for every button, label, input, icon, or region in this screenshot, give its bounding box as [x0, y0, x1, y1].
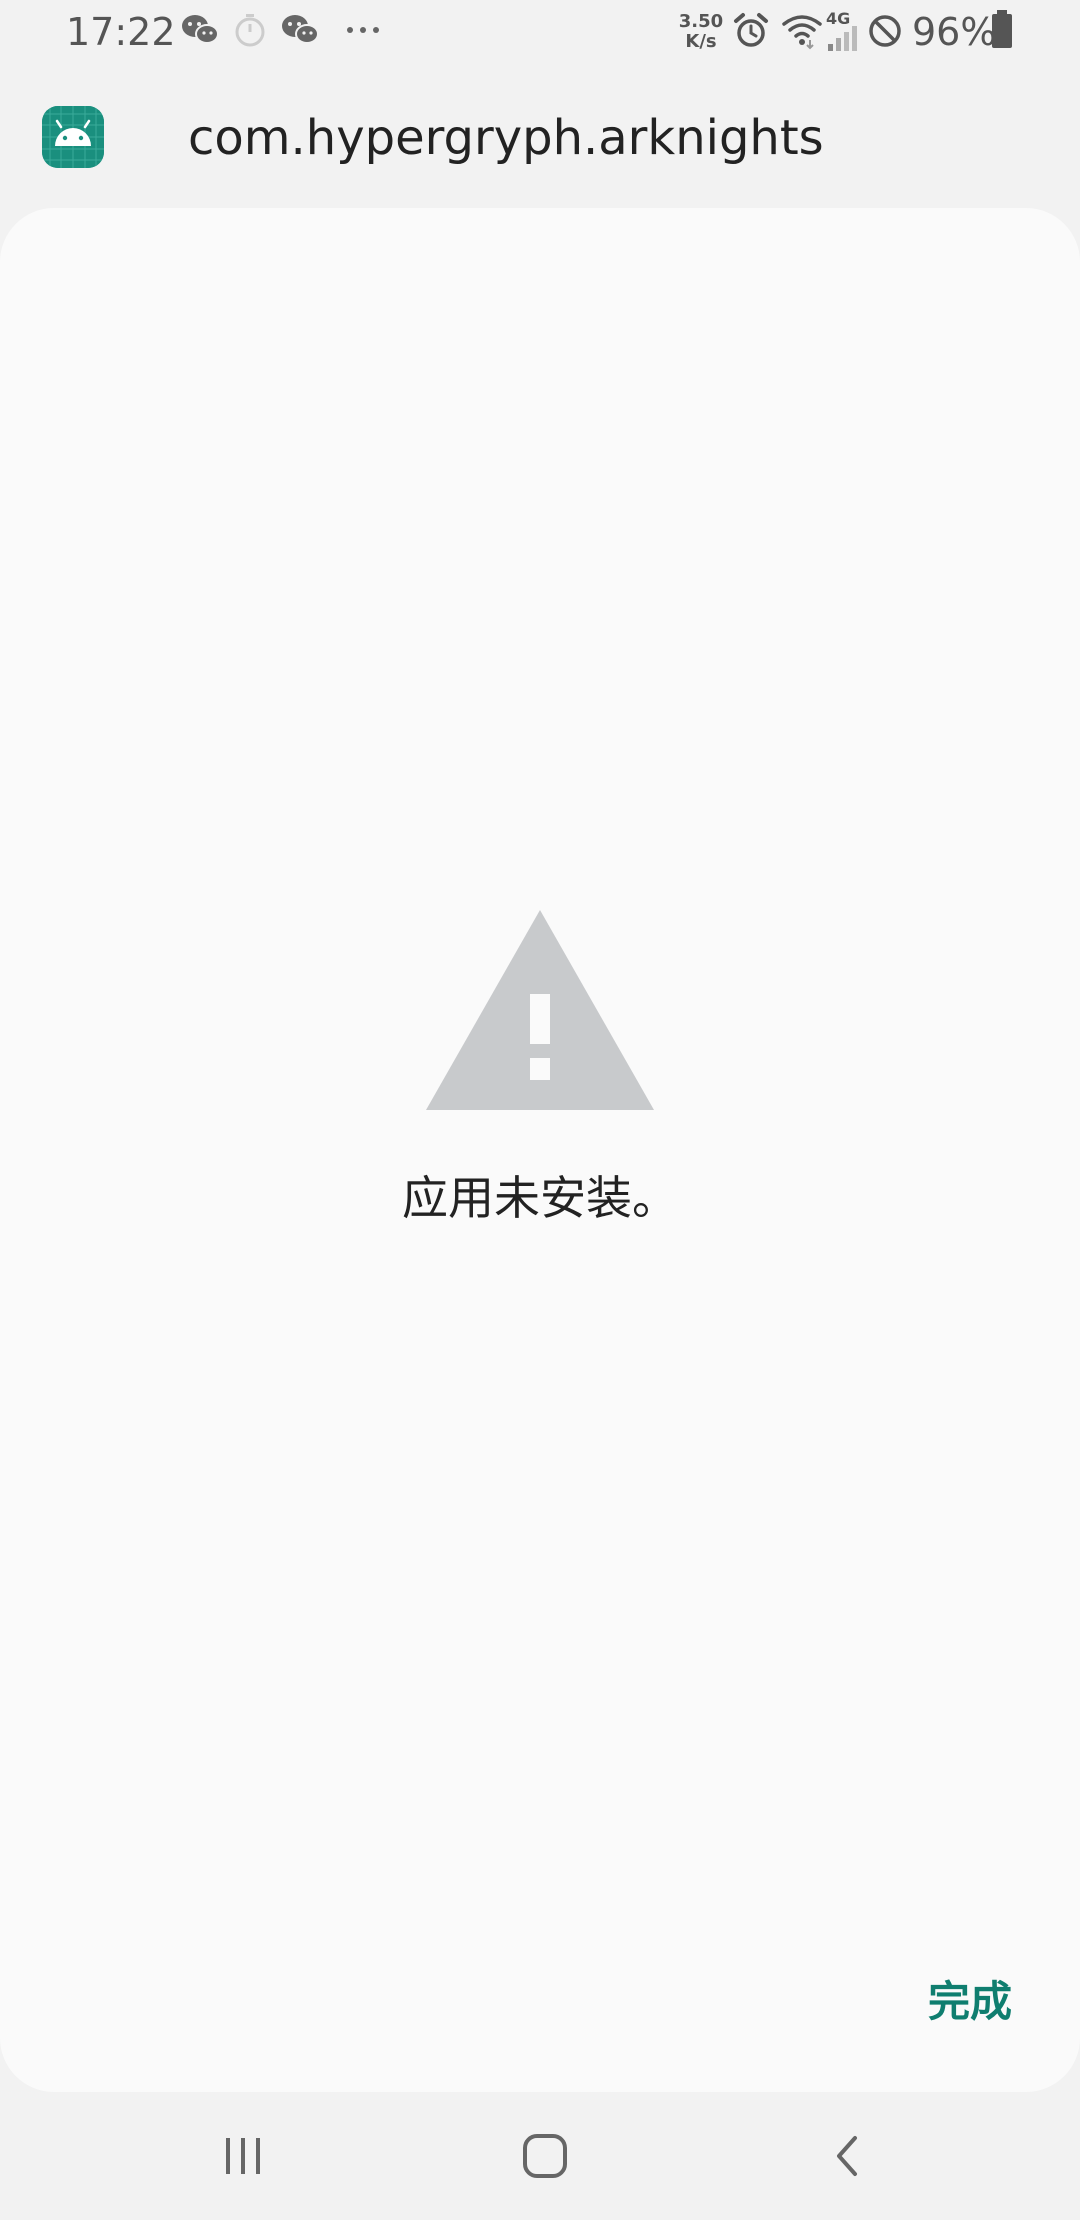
network-speed-unit: K/s — [685, 31, 717, 52]
back-icon — [837, 2136, 857, 2176]
more-dots-icon — [347, 27, 379, 33]
recents-icon — [226, 2138, 260, 2174]
network-speed: 3.50 K/s — [676, 12, 726, 52]
wifi-icon — [782, 15, 822, 50]
wechat-icon — [182, 15, 219, 44]
home-icon — [523, 2134, 567, 2178]
battery-icon — [992, 10, 1012, 48]
app-package-name: com.hypergryph.arknights — [188, 110, 824, 166]
warning-icon — [426, 910, 654, 1110]
battery-percent: 96% — [912, 10, 997, 54]
not-installed-message: 应用未安装。 — [402, 1171, 678, 1225]
network-speed-value: 3.50 — [678, 11, 724, 32]
status-bar: 17:22 3.50 K/s 4G 96% — [0, 0, 1080, 64]
timer-icon — [235, 14, 265, 47]
dialog-card: 应用未安装。 完成 — [0, 208, 1080, 2092]
navigation-bar — [0, 2092, 1080, 2220]
do-not-disturb-icon — [869, 15, 901, 47]
status-time: 17:22 — [66, 10, 176, 54]
app-header: com.hypergryph.arknights — [0, 64, 1080, 204]
android-icon — [42, 106, 104, 168]
done-button[interactable]: 完成 — [924, 1972, 1016, 2032]
wechat-icon — [282, 15, 319, 44]
alarm-icon — [734, 13, 768, 47]
back-button[interactable] — [802, 2116, 892, 2196]
screen: 17:22 3.50 K/s 4G 96% com.hypergryph.ark… — [0, 0, 1080, 2220]
home-button[interactable] — [500, 2116, 590, 2196]
signal-icon — [828, 26, 857, 51]
recents-button[interactable] — [198, 2116, 288, 2196]
